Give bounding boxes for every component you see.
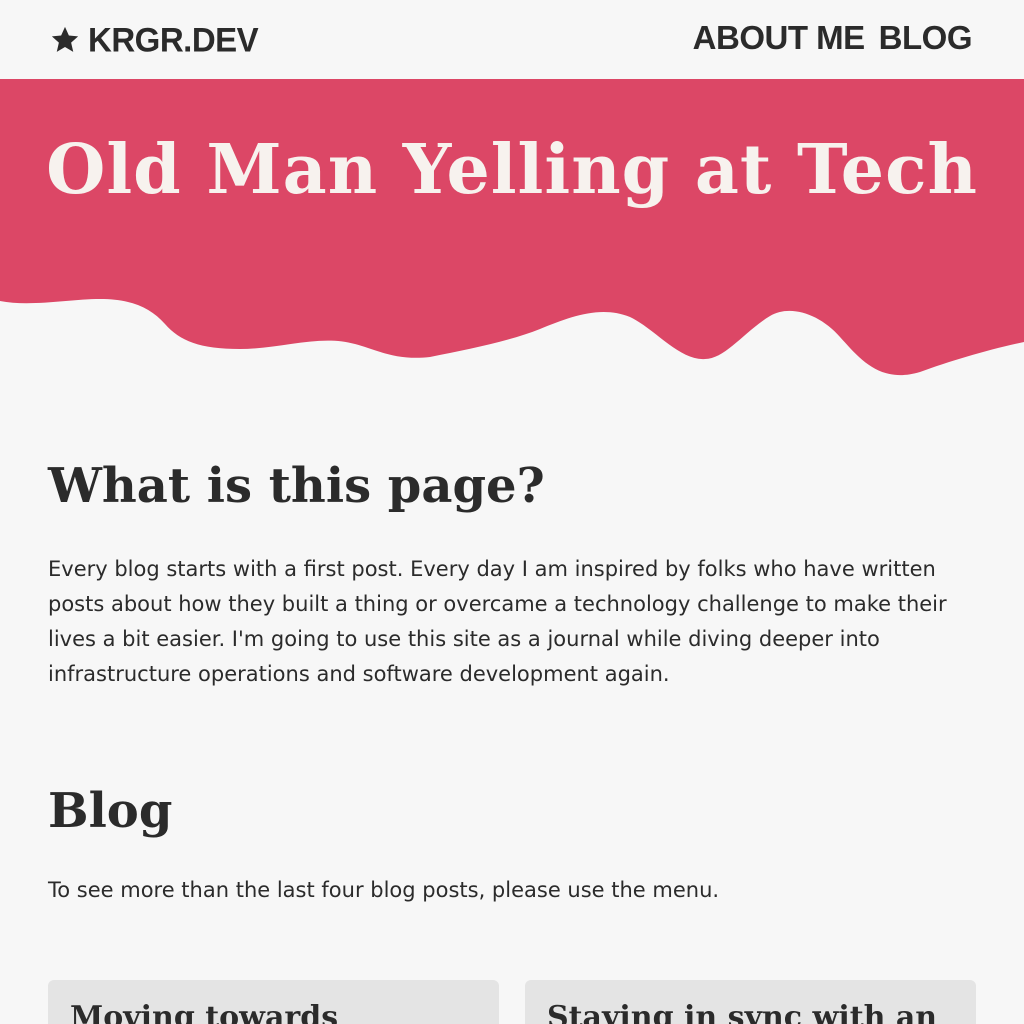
blog-post-card[interactable]: Staying in sync with an bbox=[525, 980, 976, 1024]
blog-post-title[interactable]: Moving towards bbox=[70, 1000, 477, 1024]
hero-title: Old Man Yelling at Tech bbox=[46, 130, 978, 210]
blog-post-title[interactable]: Staying in sync with an bbox=[547, 1000, 954, 1024]
brand-name: KRGR.DEV bbox=[88, 20, 259, 59]
top-navigation: KRGR.DEV ABOUT ME BLOG bbox=[0, 0, 1024, 79]
about-section: What is this page? Every blog starts wit… bbox=[48, 458, 976, 692]
star-icon bbox=[51, 26, 79, 52]
blog-intro: To see more than the last four blog post… bbox=[48, 878, 720, 902]
hero-banner bbox=[0, 79, 1024, 376]
blog-section: Blog To see more than the last four blog… bbox=[48, 783, 976, 908]
blog-heading: Blog bbox=[48, 783, 173, 839]
about-body: Every blog starts with a first post. Eve… bbox=[48, 557, 947, 686]
blog-post-list: Moving towards Staying in sync with an bbox=[48, 980, 976, 1024]
blog-post-card[interactable]: Moving towards bbox=[48, 980, 499, 1024]
nav-menu: ABOUT ME BLOG bbox=[693, 18, 973, 58]
page: KRGR.DEV ABOUT ME BLOG Old Man Yelling a… bbox=[0, 0, 1024, 1024]
about-heading: What is this page? bbox=[48, 458, 545, 514]
nav-link-blog[interactable]: BLOG bbox=[879, 18, 973, 58]
brand-home-link[interactable]: KRGR.DEV bbox=[50, 20, 259, 60]
hero-drip-shape bbox=[0, 79, 1024, 376]
nav-link-about-me[interactable]: ABOUT ME bbox=[693, 18, 866, 58]
